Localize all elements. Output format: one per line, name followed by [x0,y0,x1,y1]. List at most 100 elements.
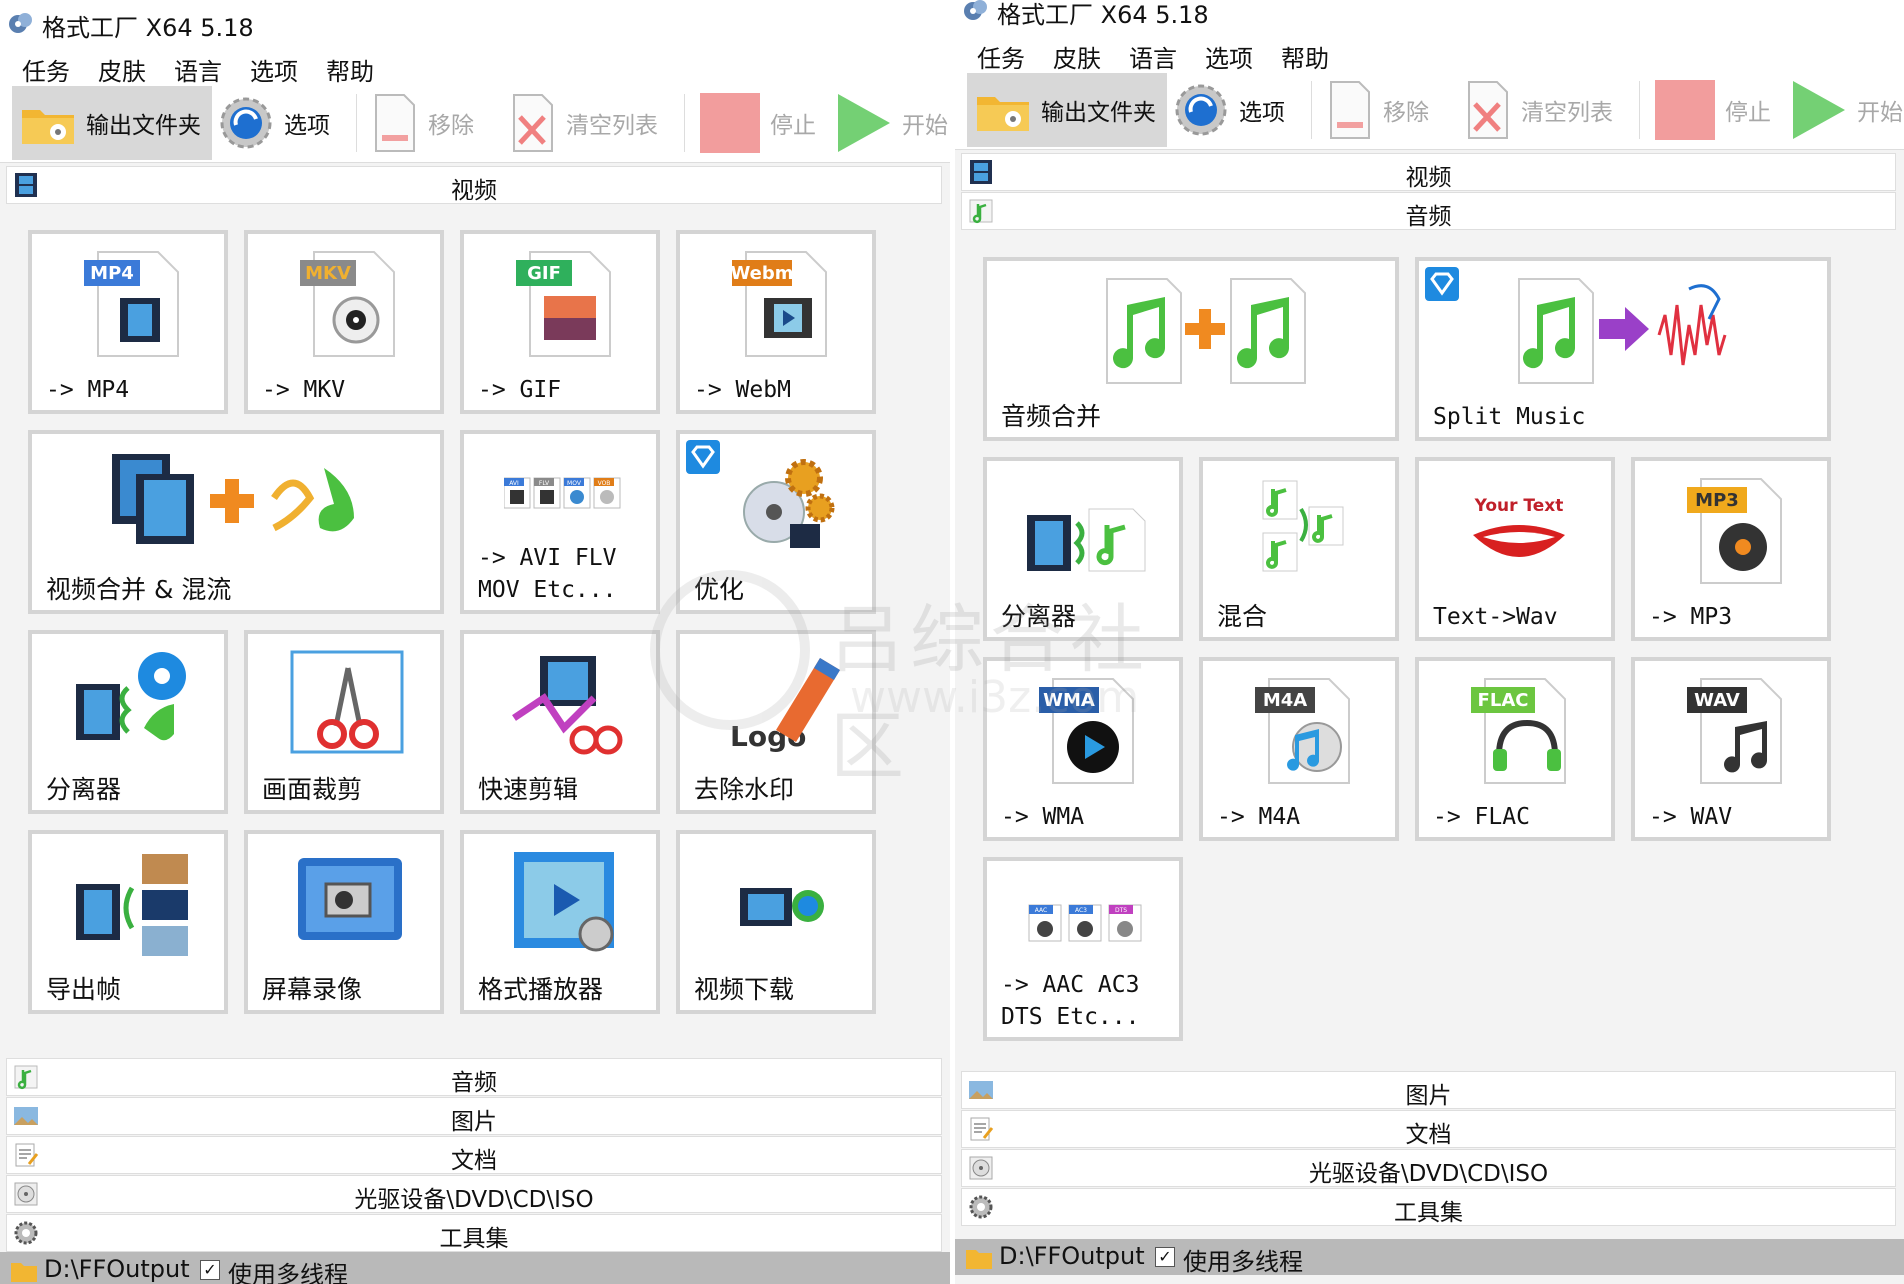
category-audio[interactable]: 音频 [6,1058,942,1096]
tile-optimize[interactable]: 优化 [676,430,876,614]
tile-crop[interactable]: 画面裁剪 [244,630,444,814]
tile-format-player[interactable]: 格式播放器 [460,830,660,1014]
menu-task[interactable]: 任务 [977,39,1025,74]
tile-screen-record[interactable]: 屏幕录像 [244,830,444,1014]
status-bar: D:\FFOutput ✓ 使用多线程 [0,1252,950,1284]
output-folder-button[interactable]: 输出文件夹 [967,73,1167,147]
remove-icon [375,94,415,152]
remove-button[interactable]: 移除 [1327,73,1447,147]
audio-splitter-icon [1027,508,1146,572]
menu-language[interactable]: 语言 [174,52,222,87]
tile-label: -> AVI FLV MOV Etc... [478,545,617,603]
category-video[interactable]: 视频 [961,153,1896,191]
stop-button[interactable]: 停止 [700,86,820,160]
tile-to-mp4[interactable]: MP4 -> MP4 [28,230,228,414]
wma-badge-text: WMA [1043,690,1095,711]
category-picture[interactable]: 图片 [6,1097,942,1135]
eraser-logo-icon: Logo [730,658,840,753]
folder-icon [11,1263,37,1282]
tile-to-wav[interactable]: WAV -> WAV [1631,657,1831,841]
category-document[interactable]: 文档 [6,1136,942,1174]
output-folder-button[interactable]: 输出文件夹 [12,86,212,160]
gif-file-icon: GIF [516,251,611,357]
toolbar-separator [1639,81,1640,139]
tile-label: 去除水印 [694,775,795,804]
video-download-icon [740,888,824,926]
options-button[interactable]: 选项 [1173,73,1303,147]
start-button[interactable]: 开始 [1791,73,1904,147]
menu-options[interactable]: 选项 [1205,39,1253,74]
category-audio[interactable]: 音频 [961,192,1896,230]
start-button[interactable]: 开始 [836,86,950,160]
tile-to-wma[interactable]: WMA -> WMA [983,657,1183,841]
clear-list-button[interactable]: 清空列表 [1465,73,1625,147]
tile-to-gif[interactable]: GIF -> GIF [460,230,660,414]
tile-to-mp3[interactable]: MP3 -> MP3 [1631,457,1831,641]
tile-audio-merge[interactable]: 音频合并 [983,257,1399,441]
m4a-badge-text: M4A [1263,690,1307,711]
toolbar: 输出文件夹 选项 移除 清空列表 停止 开始 [955,73,1904,150]
tile-label: 屏幕录像 [262,975,363,1004]
split-music-icon [1518,278,1727,384]
multithread-label: 使用多线程 [1183,1248,1303,1276]
menu-task[interactable]: 任务 [22,52,70,87]
audio-mix-icon [1262,480,1344,572]
folder-icon [22,110,74,144]
tile-to-aac-ac3-dts[interactable]: AAC AC3 DTS -> AAC AC3 DTS Etc... [983,857,1183,1041]
tile-to-mkv[interactable]: MKV -> MKV [244,230,444,414]
menu-skin[interactable]: 皮肤 [1053,39,1101,74]
stop-button[interactable]: 停止 [1655,73,1775,147]
stop-icon [700,93,760,153]
tile-video-splitter[interactable]: 分离器 [28,630,228,814]
remove-button[interactable]: 移除 [372,86,492,160]
category-rom-device[interactable]: 光驱设备\DVD\CD\ISO [961,1149,1896,1187]
speaking-mouth-icon: Your Text [1473,496,1565,557]
screen-record-icon [298,858,402,940]
menu-help[interactable]: 帮助 [1281,39,1329,74]
tile-to-webm[interactable]: Webm -> WebM [676,230,876,414]
tile-label: 音频合并 [1001,402,1102,431]
tile-to-flac[interactable]: FLAC -> FLAC [1415,657,1615,841]
category-document[interactable]: 文档 [961,1110,1896,1148]
start-icon [838,94,890,152]
tile-video-merge-mux[interactable]: 视频合并 & 混流 [28,430,444,614]
tile-label: 格式播放器 [478,975,604,1004]
tile-quick-clip[interactable]: 快速剪辑 [460,630,660,814]
title-bar: 格式工厂 X64 5.18 [955,0,1904,33]
tile-to-avi-flv-mov[interactable]: AVI FLV MOV VOB -> AVI FLV MOV Etc... [460,430,660,614]
menu-skin[interactable]: 皮肤 [98,52,146,87]
menu-language[interactable]: 语言 [1129,39,1177,74]
right-window: 格式工厂 X64 5.18 任务 皮肤 语言 选项 帮助 输出文件夹 选项 移除… [955,0,1904,1284]
mini-file: MOV [563,477,591,509]
video-merge-icon [112,454,354,544]
output-path[interactable]: D:\FFOutput [999,1242,1145,1270]
tile-to-m4a[interactable]: M4A -> M4A [1199,657,1399,841]
menu-bar: 任务 皮肤 语言 选项 帮助 [955,33,1904,73]
tile-audio-mix[interactable]: 混合 [1199,457,1399,641]
tile-video-download[interactable]: 视频下载 [676,830,876,1014]
multithread-checkbox[interactable]: ✓ [200,1260,220,1280]
category-tools[interactable]: 工具集 [961,1188,1896,1226]
tile-audio-splitter[interactable]: 分离器 [983,457,1183,641]
tile-label: -> WebM [694,377,791,403]
webm-badge-text: Webm [730,263,793,284]
menu-options[interactable]: 选项 [250,52,298,87]
clear-list-icon [513,94,553,152]
tile-export-frames[interactable]: 导出帧 [28,830,228,1014]
multithread-checkbox[interactable]: ✓ [1155,1247,1175,1267]
menu-help[interactable]: 帮助 [326,52,374,87]
output-path[interactable]: D:\FFOutput [44,1255,190,1283]
category-rom-device[interactable]: 光驱设备\DVD\CD\ISO [6,1175,942,1213]
tile-text-to-wav[interactable]: Your Text Text->Wav [1415,457,1615,641]
category-picture[interactable]: 图片 [961,1071,1896,1109]
folder-icon [966,1250,992,1269]
tile-split-music[interactable]: Split Music [1415,257,1831,441]
clear-list-icon [1468,81,1508,139]
tile-remove-watermark[interactable]: Logo 去除水印 [676,630,876,814]
tile-label: -> AAC AC3 DTS Etc... [1001,972,1140,1030]
clear-list-button[interactable]: 清空列表 [510,86,670,160]
category-tools[interactable]: 工具集 [6,1214,942,1252]
options-button[interactable]: 选项 [218,86,348,160]
category-video[interactable]: 视频 [6,166,942,204]
tile-label: 优化 [694,575,745,604]
